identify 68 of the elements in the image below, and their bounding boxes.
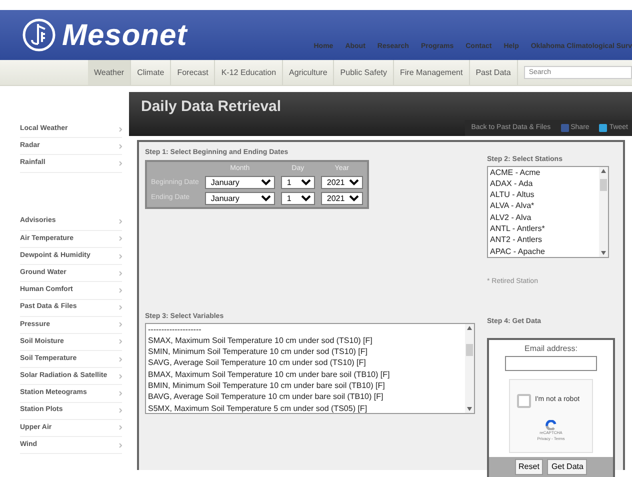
menu-tab[interactable]: Forecast [171, 60, 216, 85]
chevron-icon [119, 339, 122, 344]
dropdown[interactable]: 2021 [320, 176, 363, 189]
chevron-icon [119, 160, 122, 166]
up-arrow-icon[interactable] [467, 326, 472, 330]
chevron-icon [119, 219, 122, 224]
logo-text[interactable]: Mesonet [62, 12, 188, 58]
list-option[interactable]: ALTU - Altus [488, 189, 599, 200]
chevron-icon [119, 374, 122, 379]
chevron-icon [119, 391, 122, 396]
list-option[interactable]: BAVG, Average Soil Temperature 10 cm under bare soil (TB10) [F] [146, 391, 465, 403]
facebook-icon [560, 124, 569, 132]
list-option[interactable]: APAC - Apache [488, 246, 599, 257]
list-option[interactable]: ANT2 - Antlers [488, 234, 599, 246]
menu-tab[interactable]: Past Data [470, 60, 518, 85]
logo-icon [22, 18, 56, 52]
list-option[interactable]: SMAX, Maximum Soil Temperature 10 cm under sod (TS10) [F] [146, 334, 465, 346]
list-option[interactable]: ADAX - Ada [488, 178, 599, 190]
field-label: Email address: [524, 342, 578, 354]
chevron-icon [119, 288, 122, 293]
menu-tab[interactable]: K-12 Education [215, 60, 284, 85]
chevron-icon [119, 356, 122, 362]
list-option[interactable]: ALVA - Alva* [488, 200, 599, 212]
chevron-icon [119, 126, 122, 132]
list-option[interactable]: ANTL - Antlers* [488, 222, 599, 234]
checkbox[interactable] [517, 394, 531, 408]
down-arrow-icon[interactable] [601, 250, 606, 254]
menu-tab[interactable]: Agriculture [283, 60, 334, 85]
dropdown[interactable]: 1 [280, 176, 315, 189]
list-option[interactable]: ALV2 - Alva [488, 212, 599, 223]
form-button[interactable]: Get Data [547, 458, 588, 474]
dropdown[interactable]: January [204, 176, 275, 189]
list-option[interactable]: BMIN, Minimum Soil Temperature 10 cm under bare soil (TB10) [F] [146, 380, 465, 392]
chevron-icon [119, 144, 122, 149]
scroll-thumb[interactable] [600, 178, 607, 190]
chevron-icon [119, 270, 122, 276]
dropdown[interactable]: 2021 [320, 192, 363, 204]
captcha-logo-icon [545, 420, 557, 430]
chevron-icon [119, 442, 122, 448]
dropdown[interactable]: January [204, 192, 275, 204]
list-box[interactable] [145, 322, 475, 414]
list-option[interactable]: SMIN, Minimum Soil Temperature 10 cm under sod (TS10) [F] [146, 346, 465, 358]
menu-tab[interactable]: Climate [131, 60, 172, 85]
list-option[interactable]: S5MX, Maximum Soil Temperature 5 cm under sod (TS05) [F] [146, 402, 465, 414]
list-option[interactable]: -------------------- [146, 324, 465, 335]
chevron-icon [119, 254, 122, 259]
menu-tab[interactable]: Weather [88, 60, 132, 85]
up-arrow-icon[interactable] [601, 168, 606, 172]
form-button[interactable]: Reset [514, 458, 544, 474]
chevron-icon [119, 425, 122, 430]
scrollbar[interactable] [599, 166, 608, 256]
menu-tab[interactable]: Fire Management [394, 60, 470, 85]
scrollbar[interactable] [465, 324, 474, 412]
list-option[interactable]: SAVG, Average Soil Temperature 10 cm under sod (TS10) [F] [146, 357, 465, 369]
scroll-thumb[interactable] [466, 344, 473, 356]
bird-icon [599, 124, 608, 132]
chevron-icon [119, 305, 122, 310]
page-title: Daily Data Retrieval [140, 97, 282, 116]
list-option[interactable]: BMAX, Maximum Soil Temperature 10 cm under bare soil (TB10) [F] [146, 368, 465, 380]
dropdown[interactable]: 1 [280, 192, 315, 204]
menu-tab[interactable]: Public Safety [334, 60, 394, 85]
down-arrow-icon[interactable] [467, 406, 472, 410]
list-box[interactable]: ACME - Acme ADAX - Ada ALTU - Altus ALVA - Alva* ALV2 - Alva ANTL - Antlers* ANT2 - Antlers APAC - Apache [487, 166, 609, 258]
chevron-icon [119, 236, 122, 242]
chevron-icon [119, 322, 122, 328]
chevron-icon [119, 408, 122, 414]
email-field[interactable] [505, 356, 597, 370]
list-option[interactable]: ACME - Acme [488, 166, 599, 178]
